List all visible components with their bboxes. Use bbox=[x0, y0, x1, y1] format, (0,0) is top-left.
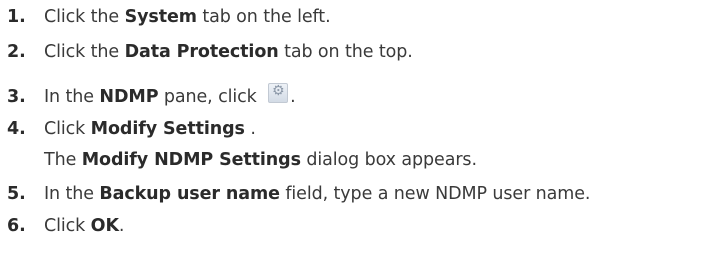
step-text-post: tab on the top. bbox=[278, 42, 413, 62]
gear-settings-icon bbox=[268, 83, 289, 103]
step-text: Click OK. bbox=[44, 216, 125, 236]
step-number: 1. bbox=[7, 7, 26, 27]
step-text-pre: In the bbox=[44, 87, 94, 107]
step-number: 2. bbox=[7, 42, 26, 62]
step-number: 6. bbox=[7, 216, 26, 236]
step-text: Click the Data Protection tab on the top… bbox=[44, 42, 413, 62]
step-number: 3. bbox=[7, 87, 26, 107]
step-text-post: pane, click bbox=[158, 87, 263, 107]
step-1: 1. Click the System tab on the left. bbox=[0, 4, 723, 30]
step-emphasis: System bbox=[124, 7, 197, 27]
step-text-post: dialog box appears. bbox=[300, 150, 477, 170]
step-emphasis: NDMP bbox=[99, 87, 159, 107]
step-emphasis: OK bbox=[90, 216, 119, 236]
step-3: 3. In the NDMP pane, click . bbox=[0, 83, 723, 110]
step-text-pre: In the bbox=[44, 184, 94, 204]
step-text: In the Backup user name field, type a ne… bbox=[44, 184, 590, 204]
step-text-after-icon: . bbox=[290, 87, 296, 107]
step-emphasis: Data Protection bbox=[124, 42, 279, 62]
step-text: Click Modify Settings . bbox=[44, 119, 256, 139]
step-text-pre: Click the bbox=[44, 7, 120, 27]
step-text-post: . bbox=[118, 216, 125, 236]
step-text-post: . bbox=[244, 119, 256, 139]
step-4-result: The Modify NDMP Settings dialog box appe… bbox=[0, 147, 723, 173]
step-text-post: field, type a new NDMP user name. bbox=[279, 184, 591, 204]
step-4: 4. Click Modify Settings . bbox=[0, 116, 723, 142]
step-emphasis: Backup user name bbox=[99, 184, 280, 204]
step-5: 5. In the Backup user name field, type a… bbox=[0, 181, 723, 207]
step-text-pre: Click bbox=[44, 216, 86, 236]
step-6: 6. Click OK. bbox=[0, 213, 723, 239]
step-emphasis: Modify Settings bbox=[90, 119, 245, 139]
step-text-pre: Click bbox=[44, 119, 86, 139]
step-text-post: tab on the left. bbox=[196, 7, 331, 27]
step-result-text: The Modify NDMP Settings dialog box appe… bbox=[44, 150, 477, 170]
step-2: 2. Click the Data Protection tab on the … bbox=[0, 39, 723, 65]
step-text: Click the System tab on the left. bbox=[44, 7, 331, 27]
step-emphasis: Modify NDMP Settings bbox=[81, 150, 301, 170]
step-number: 4. bbox=[7, 119, 26, 139]
step-text-pre: Click the bbox=[44, 42, 120, 62]
step-text: In the NDMP pane, click . bbox=[44, 83, 296, 107]
step-text-pre: The bbox=[44, 150, 77, 170]
step-number: 5. bbox=[7, 184, 26, 204]
instruction-list: 1. Click the System tab on the left. 2. … bbox=[0, 0, 723, 267]
